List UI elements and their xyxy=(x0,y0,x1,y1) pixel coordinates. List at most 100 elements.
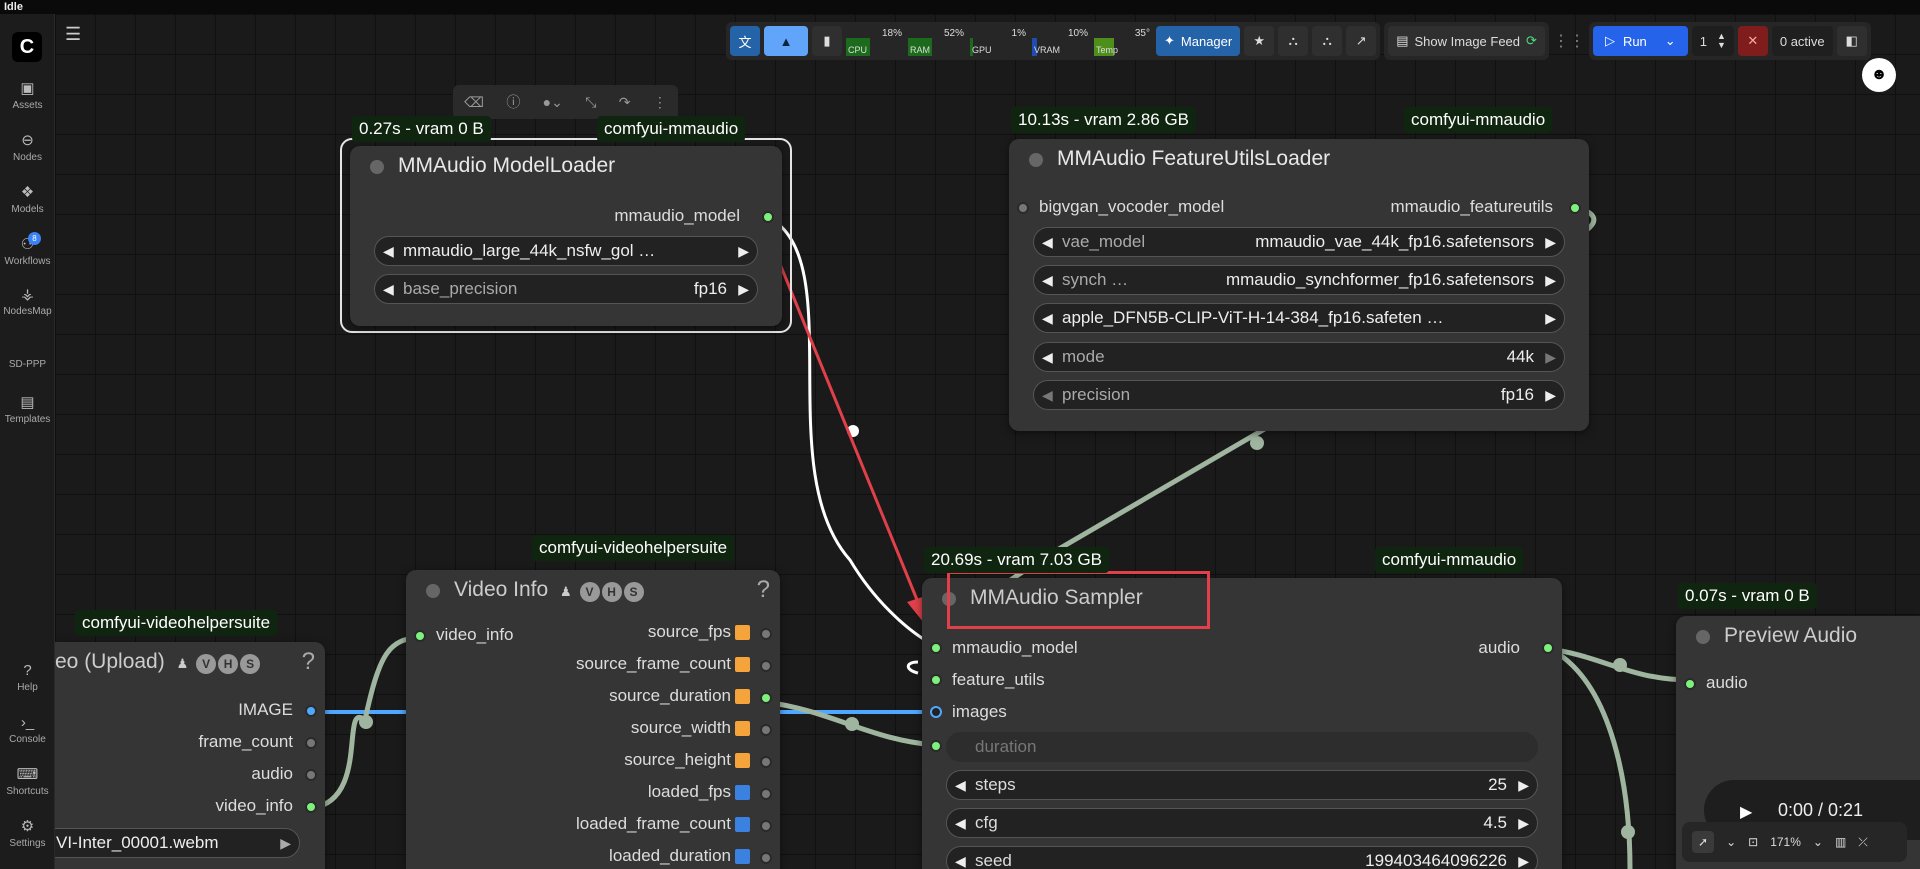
widget-synchformer[interactable]: ◀ synch … mmaudio_synchformer_fp16.safet… xyxy=(1033,265,1565,295)
arrow-right-icon[interactable]: ▶ xyxy=(1545,228,1556,256)
output-slot[interactable] xyxy=(760,628,772,640)
output-slot-audio[interactable] xyxy=(305,769,317,781)
node-video-info[interactable]: Video Info ♟ VHS ? video_info source_fps… xyxy=(406,570,780,869)
arrow-right-icon[interactable]: ▶ xyxy=(1518,847,1529,869)
arrow-right-icon[interactable]: ▶ xyxy=(1545,304,1556,332)
arrow-right-icon[interactable]: ▶ xyxy=(1545,266,1556,294)
input-slot-duration[interactable] xyxy=(930,740,942,752)
show-image-feed-button[interactable]: ▤ Show Image Feed ⟳ xyxy=(1388,26,1545,56)
help-question-icon[interactable]: ? xyxy=(302,642,315,682)
color-picker-icon[interactable]: ●⌄ xyxy=(543,94,563,111)
active-queue-label[interactable]: 0 active xyxy=(1771,26,1833,56)
menu-hamburger-icon[interactable]: ☰ xyxy=(65,24,81,45)
queue-count-stepper[interactable]: 1 ▲ ▼ xyxy=(1691,26,1734,56)
redo-icon[interactable]: ↷ xyxy=(619,94,631,111)
node-mmaudio-modelloader[interactable]: MMAudio ModelLoader mmaudio_model ◀ mmau… xyxy=(350,146,782,326)
manager-button[interactable]: ✦ Manager xyxy=(1156,26,1241,56)
output-slot-image[interactable] xyxy=(305,705,317,717)
sidebar-item-workflows[interactable]: ⚇ 8 Workflows xyxy=(0,232,55,267)
bookmark-icon[interactable]: ▮ xyxy=(812,26,842,56)
select-tool-icon[interactable]: ➚ xyxy=(1692,831,1715,853)
arrow-left-icon[interactable]: ◀ xyxy=(383,275,394,303)
arrow-left-icon[interactable]: ◀ xyxy=(1042,266,1053,294)
sidebar-item-models[interactable]: ❖ Models xyxy=(0,184,55,215)
arrow-left-icon[interactable]: ◀ xyxy=(1042,381,1053,409)
collapse-dot[interactable] xyxy=(370,160,384,174)
model-icon[interactable]: ⛬ xyxy=(1278,26,1309,56)
chevron-down-icon[interactable]: ⌄ xyxy=(1726,835,1736,849)
input-slot-audio[interactable] xyxy=(1684,678,1696,690)
fit-view-icon[interactable]: ⊡ xyxy=(1748,835,1758,849)
arrow-left-icon[interactable]: ◀ xyxy=(955,771,966,799)
trash-icon[interactable]: ⌫ xyxy=(464,94,484,111)
node-mmaudio-sampler[interactable]: MMAudio Sampler mmaudio_model feature_ut… xyxy=(922,578,1562,869)
output-slot[interactable] xyxy=(760,692,772,704)
output-slot[interactable] xyxy=(760,724,772,736)
widget-video-file[interactable]: VI-Inter_00001.webm ▶ xyxy=(45,828,300,858)
arrow-left-icon[interactable]: ◀ xyxy=(383,237,394,265)
chevron-down-icon[interactable]: ⌄ xyxy=(1813,835,1823,849)
output-slot[interactable] xyxy=(760,660,772,672)
info-icon[interactable]: ⓘ xyxy=(506,92,520,112)
sidebar-item-assets[interactable]: ▣ Assets xyxy=(0,80,55,111)
input-slot-bigvgan[interactable] xyxy=(1017,202,1029,214)
model-alt-icon[interactable]: ⛬ xyxy=(1312,26,1343,56)
hide-links-icon[interactable]: ⤫ xyxy=(1858,835,1868,850)
output-slot-featureutils[interactable] xyxy=(1569,202,1581,214)
more-icon[interactable]: ⋮ xyxy=(653,94,667,111)
assistant-avatar-icon[interactable]: ☻ xyxy=(1862,58,1896,92)
collapse-dot[interactable] xyxy=(426,584,440,598)
zoom-level[interactable]: 171% xyxy=(1770,835,1801,849)
drag-handle-icon[interactable]: ⋮⋮ xyxy=(1553,31,1585,51)
arrow-left-icon[interactable]: ◀ xyxy=(955,809,966,837)
widget-base-precision[interactable]: ◀ base_precision fp16 ▶ xyxy=(374,274,758,304)
side-panel-toggle-icon[interactable]: ◧ xyxy=(1836,26,1867,56)
widget-clip-model[interactable]: ◀ apple_DFN5B-CLIP-ViT-H-14-384_fp16.saf… xyxy=(1033,303,1565,333)
widget-cfg[interactable]: ◀ cfg 4.5 ▶ xyxy=(946,808,1538,838)
output-slot-video-info[interactable] xyxy=(305,801,317,813)
widget-mode[interactable]: ◀ mode 44k ▶ xyxy=(1033,342,1565,372)
arrow-right-icon[interactable]: ▶ xyxy=(1545,381,1556,409)
arrow-right-icon[interactable]: ▶ xyxy=(1545,343,1556,371)
node-mmaudio-featureutilsloader[interactable]: MMAudio FeatureUtilsLoader bigvgan_vocod… xyxy=(1009,139,1589,431)
collapse-icon[interactable]: ⤡ xyxy=(585,94,596,111)
output-slot[interactable] xyxy=(760,820,772,832)
minimap-icon[interactable]: ▥ xyxy=(1835,835,1846,849)
widget-steps[interactable]: ◀ steps 25 ▶ xyxy=(946,770,1538,800)
output-slot-mmaudio-model[interactable] xyxy=(762,211,774,223)
sidebar-item-sdppp[interactable]: SD-PPP xyxy=(0,359,55,370)
arrow-left-icon[interactable]: ◀ xyxy=(1042,343,1053,371)
app-logo[interactable]: C xyxy=(12,32,42,62)
input-slot-video-info[interactable] xyxy=(414,630,426,642)
output-slot[interactable] xyxy=(760,756,772,768)
collapse-dot[interactable] xyxy=(942,592,956,606)
node-video-upload[interactable]: eo (Upload) ♟ VHS ? IMAGE frame_count au… xyxy=(45,642,325,869)
arrow-left-icon[interactable]: ◀ xyxy=(1042,228,1053,256)
arrow-right-icon[interactable]: ▶ xyxy=(738,275,749,303)
sidebar-item-shortcuts[interactable]: ⌨ Shortcuts xyxy=(0,766,55,797)
sidebar-item-help[interactable]: ? Help xyxy=(0,662,55,693)
sidebar-item-console[interactable]: ›_ Console xyxy=(0,714,55,745)
cancel-run-button[interactable]: ✕ xyxy=(1737,26,1768,56)
translate-icon[interactable]: 文 xyxy=(730,26,760,56)
widget-seed[interactable]: ◀ seed 199403464096226 ▶ xyxy=(946,846,1538,869)
sidebar-item-settings[interactable]: ⚙ Settings xyxy=(0,818,55,849)
output-slot[interactable] xyxy=(760,852,772,864)
collapse-dot[interactable] xyxy=(1029,153,1043,167)
arrow-right-icon[interactable]: ▶ xyxy=(1518,809,1529,837)
input-slot-feature-utils[interactable] xyxy=(930,674,942,686)
arrow-left-icon[interactable]: ◀ xyxy=(1042,304,1053,332)
collapse-dot[interactable] xyxy=(1696,630,1710,644)
arrow-right-icon[interactable]: ▶ xyxy=(1518,771,1529,799)
arrow-left-icon[interactable]: ◀ xyxy=(955,847,966,869)
widget-model-file[interactable]: ◀ mmaudio_large_44k_nsfw_gol … ▶ xyxy=(374,236,758,266)
share-icon[interactable]: ↗ xyxy=(1346,26,1377,56)
widget-vae-model[interactable]: ◀ vae_model mmaudio_vae_44k_fp16.safeten… xyxy=(1033,227,1565,257)
output-slot-audio[interactable] xyxy=(1542,642,1554,654)
star-icon[interactable]: ★ xyxy=(1244,26,1275,56)
widget-precision[interactable]: ◀ precision fp16 ▶ xyxy=(1033,380,1565,410)
input-slot-images[interactable] xyxy=(930,706,942,718)
sidebar-item-nodes[interactable]: ⊖ Nodes xyxy=(0,132,55,163)
sidebar-item-templates[interactable]: ▤ Templates xyxy=(0,394,55,425)
output-slot-frame-count[interactable] xyxy=(305,737,317,749)
